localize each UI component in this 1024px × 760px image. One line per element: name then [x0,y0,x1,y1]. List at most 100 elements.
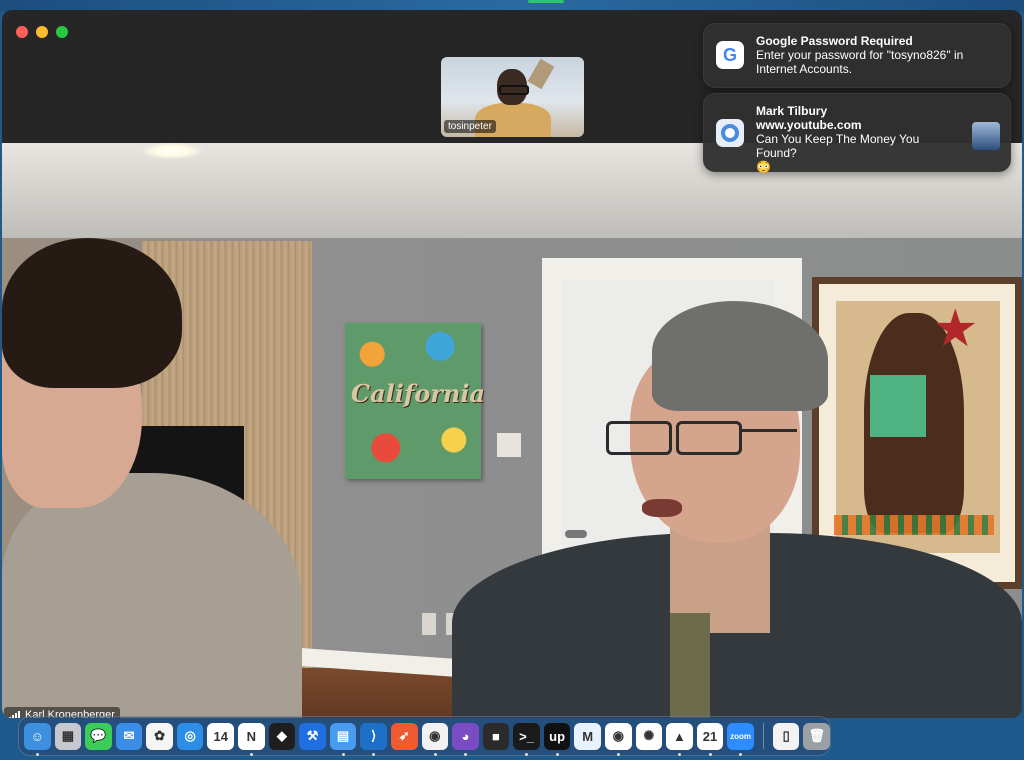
box-glyph: ■ [492,728,500,744]
vscode-glyph: ⟩ [371,728,377,743]
thumbnail-glasses [499,85,529,95]
xcode-glyph: ⚒ [306,728,319,743]
notion-glyph: N [246,728,257,744]
glasses-icon [606,421,797,455]
terminal-glyph: >_ [519,728,534,744]
star-icon: ★ [932,300,979,358]
artwork-text: California [351,379,485,408]
notification-google-password[interactable]: G Google Password Required Enter your pa… [703,23,1011,88]
zoom-icon[interactable]: zoom [727,722,754,756]
google-icon: G [716,41,744,69]
running-indicator [464,752,468,756]
messages-icon[interactable]: 💬 [85,722,112,750]
xcode-icon[interactable]: ⚒ [299,722,326,750]
maximize-window-button[interactable] [56,26,68,38]
calendar-glyph: 14 [213,728,228,744]
upwork-icon[interactable]: up [543,722,571,756]
notification-emoji: 😳 [756,160,771,174]
chatgpt-glyph: ✺ [643,728,655,743]
bear-glow [870,375,926,437]
finder-icon[interactable]: ☺ [24,722,51,756]
running-indicator [555,752,559,756]
running-indicator [678,752,682,756]
close-window-button[interactable] [16,26,28,38]
running-indicator [739,752,743,756]
github-glyph: ◕ [461,728,470,744]
running-indicator [616,752,620,756]
thumbnail-participant-name: tosinpeter [444,120,496,133]
photos-glyph: ✿ [154,728,166,743]
notification-body: Can You Keep The Money You Found? [756,132,920,160]
running-indicator [525,752,529,756]
notification-title: Mark Tilbury [756,104,828,118]
notion-icon[interactable]: N [238,722,265,756]
terminal-icon[interactable]: >_ [513,722,540,756]
trash-glyph: 🗑 [808,728,825,743]
upwork-glyph: up [549,728,566,744]
mail-icon[interactable]: ✉ [115,722,143,750]
analytics-glyph: ▲ [672,728,686,744]
swift-icon[interactable]: ➶ [390,722,418,750]
chrome-icon [716,119,744,147]
chrome-badge-icon[interactable]: 21 [696,722,724,756]
box-icon[interactable]: ■ [482,722,510,750]
running-indicator [372,752,376,756]
flowers-decoration [834,515,994,535]
running-indicator [250,752,254,756]
chrome-profile-glyph: ◉ [612,728,624,743]
wall-outlet [422,613,436,635]
mail-app-glyph: M [582,728,594,744]
notification-title: Google Password Required [756,34,913,48]
vscode-icon[interactable]: ⟩ [360,722,387,756]
document-icon[interactable]: ▯ [772,722,800,750]
signal-strength-icon [9,710,20,718]
swift-glyph: ➶ [398,728,410,743]
chrome-badge-glyph: 21 [702,728,718,744]
dock-separator [762,723,764,749]
notification-body: Enter your password for "tosyno826" in I… [756,48,964,76]
finder-glyph: ☺ [30,728,44,744]
participant-right-tshirt [670,613,710,718]
light-switch [497,433,521,457]
door-knob [565,530,587,538]
notification-thumbnail [972,122,1000,150]
figma-icon[interactable]: ◆ [268,722,296,750]
chatgpt-icon[interactable]: ✺ [635,722,663,750]
document-glyph: ▯ [782,728,790,743]
minimize-window-button[interactable] [36,26,48,38]
figma-glyph: ◆ [276,728,287,743]
participant-thumbnail[interactable]: tosinpeter [441,57,584,137]
ceiling-light [142,143,202,159]
thumbnail-lamp [527,58,555,90]
launchpad-icon[interactable]: ▦ [54,722,82,750]
menubar-indicator [528,0,564,3]
notification-youtube[interactable]: Mark Tilbury www.youtube.com Can You Kee… [703,93,1011,174]
running-indicator [341,752,345,756]
files-glyph: ▤ [336,728,350,743]
chrome-profile-icon[interactable]: ◉ [604,722,632,756]
main-video-feed[interactable]: California ★ Karl Kronenberger [2,143,1022,718]
photos-icon[interactable]: ✿ [146,722,173,750]
safari-glyph: ◎ [184,728,196,743]
participant-right-mouth [642,499,682,517]
running-indicator [36,752,39,756]
launchpad-glyph: ▦ [61,728,75,743]
safari-icon[interactable]: ◎ [176,722,204,750]
trash-icon[interactable]: 🗑 [803,722,831,750]
github-icon[interactable]: ◕ [452,722,479,756]
calendar-icon[interactable]: 14 [207,722,235,750]
notification-subtitle: www.youtube.com [756,118,862,132]
california-artwork: California [345,323,485,479]
zoom-glyph: zoom [730,731,752,741]
running-indicator [433,752,437,756]
participant-left-shirt [2,473,302,718]
mail-app-icon[interactable]: M [574,722,601,750]
dock: ☺ ▦ 💬 ✉ ✿ ◎ 14 N ◆ ⚒ ▤ ⟩ ➶ ◉ ◕ ■ >_ up M ◉ ✺ ▲ 21 zoom ▯ 🗑 [18,716,831,756]
chrome-glyph: ◉ [429,728,441,743]
running-indicator [708,752,712,756]
analytics-icon[interactable]: ▲ [666,722,693,756]
messages-glyph: 💬 [90,728,107,743]
mail-glyph: ✉ [123,728,135,743]
files-icon[interactable]: ▤ [329,722,357,756]
chrome-icon[interactable]: ◉ [421,722,449,756]
